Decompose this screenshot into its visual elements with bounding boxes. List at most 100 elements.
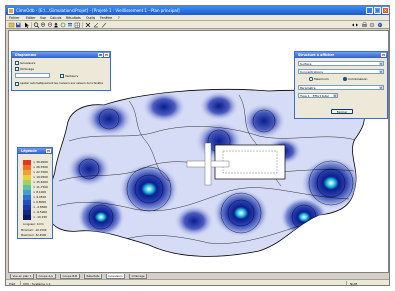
legend-panel-title: Légende [21, 149, 37, 153]
legend-value: > 11.7500 [33, 185, 48, 189]
zoom-out-icon[interactable] [47, 22, 53, 27]
toolbar-icons: ? [8, 22, 383, 29]
menu-item-results[interactable]: Résultats [66, 16, 81, 20]
diagram-panel-close-button[interactable]: × [104, 52, 109, 58]
menu-item-view[interactable]: Vue [40, 16, 46, 20]
legend-value: > 15.4000 [33, 180, 48, 184]
maximum-radio[interactable] [309, 77, 313, 81]
structure-select[interactable]: Surface ▾ [298, 61, 384, 66]
application-window: CimeOdb - [E:\...\Simulations\Projet] - … [5, 5, 390, 286]
auto-colors-label: Ajuster automatiquement les couleurs aux… [20, 82, 104, 85]
menu-item-window[interactable]: Fenêtre [100, 16, 112, 20]
toolbar: ? [6, 21, 389, 29]
magnifier-icon[interactable] [33, 22, 40, 28]
parameter-select-value: Paramètre [300, 86, 316, 90]
legend-value: > -10.150 [33, 215, 48, 219]
folder-open-icon[interactable] [8, 22, 15, 28]
legend-panel: Légende × > 30.0000 > 26.3500 > 22.7000 > 1… [17, 147, 53, 239]
title-bar[interactable]: CimeOdb - [E:\...\Simulations\Projet] - … [6, 6, 389, 15]
vectors-checkbox[interactable] [60, 74, 64, 78]
legend-value: > -2.8500 [33, 205, 48, 209]
minimize-button[interactable]: _ [366, 7, 373, 14]
legend-color-scale [23, 160, 31, 220]
parameter-select[interactable]: Paramètre ▾ [298, 85, 384, 90]
combination-radio-label: Combinaison [348, 77, 368, 81]
close-panel-button[interactable]: Fermer [331, 109, 353, 114]
auto-colors-checkbox[interactable] [15, 82, 19, 86]
arrow-icon[interactable] [25, 22, 29, 29]
result-type-select[interactable]: Concentrations ▾ [298, 69, 384, 74]
legend-value: > 22.7000 [33, 170, 48, 174]
diagram-panel: Diagramme _ × Isovaleurs Ombrage Vecteur… [11, 51, 111, 91]
zoom-in-icon[interactable] [40, 22, 46, 27]
print-icon[interactable] [362, 22, 367, 27]
legend-value: > 8.1000 [33, 190, 47, 194]
tab-shading[interactable]: Ombrage [129, 273, 148, 279]
settings-icon[interactable] [369, 22, 375, 28]
status-divider [20, 281, 21, 285]
legend-panel-close-button[interactable]: × [46, 148, 51, 154]
load-case-select[interactable]: Type 1 : Effort total ▾ [298, 93, 338, 98]
measure-icon[interactable] [93, 22, 99, 28]
tab-plan-view[interactable]: Vue en plan 1 [10, 273, 35, 279]
pan-icon[interactable] [54, 22, 58, 28]
structure-panel-titlebar[interactable]: Structure à afficher × [295, 52, 387, 58]
combination-radio[interactable] [343, 77, 347, 81]
tab-section-a[interactable]: Coupe A-A [36, 273, 56, 279]
legend-panel-titlebar[interactable]: Légende × [18, 148, 52, 154]
structure-panel: Structure à afficher × Surface ▾ Concent… [294, 51, 388, 119]
legend-value: > 26.3500 [33, 165, 48, 169]
load-case-value: Type 1 : Effort total [300, 94, 329, 98]
status-num: NUM [350, 281, 358, 286]
layers-icon[interactable] [68, 23, 72, 27]
map-canvas[interactable]: Diagramme _ × Isovaleurs Ombrage Vecteur… [8, 30, 389, 273]
cross-icon[interactable] [85, 22, 91, 28]
legend-value: > 19.0500 [33, 175, 48, 179]
chevron-down-icon: ▾ [333, 94, 337, 98]
result-type-value: Concentrations [300, 70, 323, 74]
close-button[interactable]: × [382, 7, 389, 14]
pencil-icon[interactable] [101, 22, 107, 28]
diagram-panel-titlebar[interactable]: Diagramme _ × [12, 52, 110, 58]
isovalues-label: Isovaleurs [20, 61, 36, 65]
tab-section-b[interactable]: Coupe B-B [60, 273, 80, 279]
help-icon[interactable]: ? [377, 22, 383, 28]
menu-item-edit[interactable]: Editer [26, 16, 35, 20]
legend-value: > 30.0000 [33, 160, 48, 164]
diagram-panel-title: Diagramme [15, 53, 37, 57]
arrows-icon[interactable] [352, 23, 358, 27]
menu-item-tools[interactable]: Outils [86, 16, 95, 20]
menu-item-file[interactable]: Fichier [9, 16, 19, 20]
tab-results[interactable]: Résultats [84, 273, 102, 279]
app-icon [8, 7, 14, 14]
legend-unit-label: Longueur: 1mm [23, 223, 44, 226]
chevron-down-icon: ▾ [379, 70, 383, 74]
shading-label: Ombrage [20, 67, 35, 71]
diagram-panel-minimize-button[interactable]: _ [98, 52, 103, 58]
status-bar: Prêt CPU : Système 1.1 NUM [6, 279, 389, 286]
shading-checkbox[interactable] [15, 67, 19, 71]
chevron-down-icon: ▾ [379, 86, 383, 90]
chevron-down-icon: ▾ [379, 62, 383, 66]
legend-value: > 0.8000 [33, 200, 47, 204]
legend-value: > -6.5000 [33, 210, 48, 214]
refresh-icon[interactable] [60, 22, 66, 28]
status-cpu: CPU : Système 1.1 [23, 281, 51, 286]
maximum-radio-label: Maximum [314, 77, 329, 81]
menu-item-compute[interactable]: Calculs [50, 16, 61, 20]
legend-value: > 4.4500 [33, 195, 47, 199]
window-title: CimeOdb - [E:\...\Simulations\Projet] - … [16, 7, 180, 13]
structure-panel-close-button[interactable]: × [381, 52, 386, 58]
isovalues-checkbox[interactable] [15, 61, 19, 65]
structure-select-value: Surface [300, 62, 312, 66]
maximize-button[interactable]: □ [374, 7, 381, 14]
status-ready: Prêt [9, 281, 15, 286]
legend-swatch [23, 215, 31, 220]
diagram-type-field[interactable] [15, 73, 50, 78]
status-divider [346, 281, 347, 285]
grid-icon[interactable] [74, 22, 80, 28]
menu-item-help[interactable]: ? [118, 16, 120, 20]
vectors-label: Vecteurs [65, 74, 79, 78]
save-icon[interactable] [16, 22, 21, 28]
tab-isovalues[interactable]: Isovaleurs [106, 273, 126, 279]
